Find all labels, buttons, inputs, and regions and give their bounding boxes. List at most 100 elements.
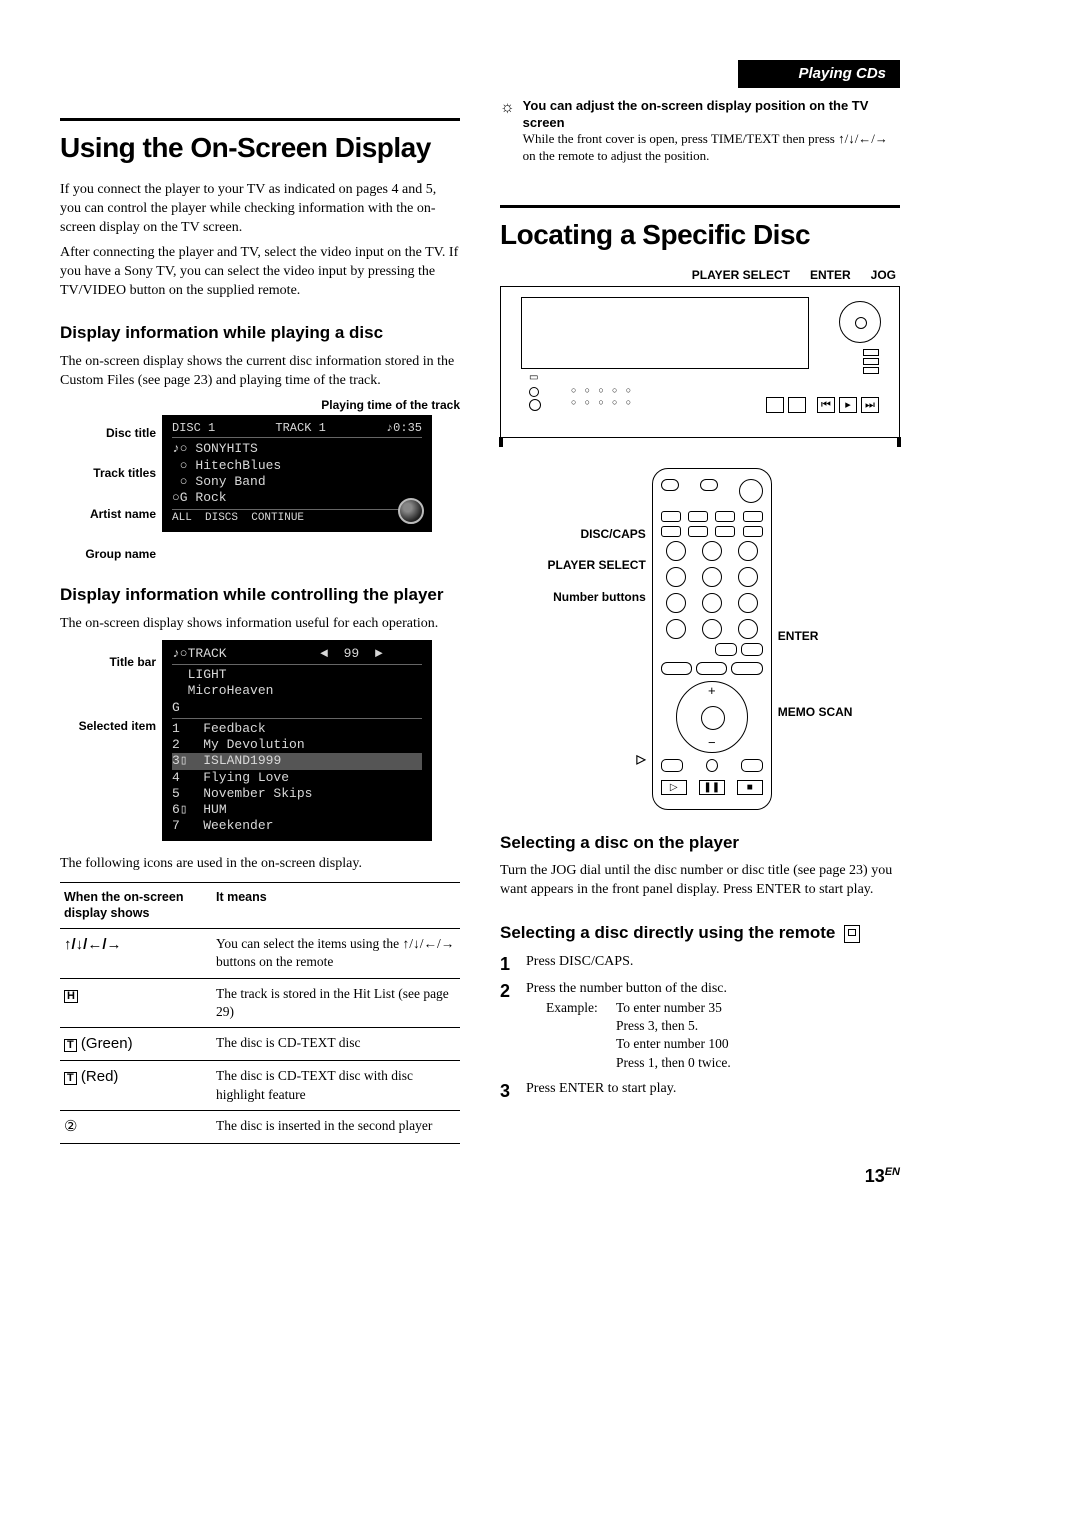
sym-t-red: T (Red) [60,1061,212,1110]
play-glyph: ▷ [548,753,646,767]
remote-btn-icon [715,511,735,522]
step-1: Press DISC/CAPS. [500,953,900,972]
remote-btn-icon [661,526,681,537]
sym-arrows: ↑/↓/←/→ [60,929,212,978]
callout-selected-item: Selected item [60,718,156,734]
mean-circle-2: The disc is inserted in the second playe… [212,1110,460,1143]
divider [500,205,900,208]
display-controlling-desc: The on-screen display shows information … [60,615,460,634]
player-dots-icon: ○ ○ ○ ○ ○○ ○ ○ ○ ○ [571,385,634,408]
remote-btn-icon [661,662,692,675]
remote-btn-icon [743,526,763,537]
intro-paragraph-2: After connecting the player and TV, sele… [60,244,460,301]
remote-pause-icon: ❚❚ [699,780,725,795]
osd1-track: TRACK 1 [275,421,325,436]
remote-btn-icon [706,759,718,772]
table-row: H The track is stored in the Hit List (s… [60,978,460,1027]
remote-btn-icon [688,526,708,537]
section-tab: Playing CDs [738,60,900,88]
subhead-select-remote: Selecting a disc directly using the remo… [500,922,900,945]
left-column: Using the On-Screen Display If you conne… [60,98,460,1144]
osd2-list-item: 4 Flying Love [172,770,422,786]
callout-title-bar: Title bar [60,654,156,670]
icons-intro: The following icons are used in the on-s… [60,855,460,874]
remote-power-icon [739,479,763,503]
label-enter: ENTER [778,628,853,644]
player-transport-icons: ⏮▸⏭ [766,397,879,413]
sym-circle-2: ② [60,1110,212,1143]
section-header: Playing CDs [60,60,900,88]
label-memo-scan: MEMO SCAN [778,704,853,720]
osd2-screen: ♪○TRACK ◄ 99 ► LIGHT MicroHeaven G 1 Fee… [162,640,432,841]
page-number: 13EN [60,1164,900,1188]
step-2: Press the number button of the disc. Exa… [500,980,900,1072]
osd2-list-item: 5 November Skips [172,786,422,802]
heading-using-osd: Using the On-Screen Display [60,129,460,167]
osd2-header-line: LIGHT [172,667,422,683]
remote-icon [844,925,860,943]
tip-block: ☼ You can adjust the on-screen display p… [500,98,900,164]
osd1-line: ○ Sony Band [172,474,422,490]
remote-btn-icon [743,511,763,522]
subhead-display-controlling: Display information while controlling th… [60,584,460,607]
osd-figure-1: Disc title Track titles Artist name Grou… [60,415,460,562]
label-disc-caps: DISC/CAPS [548,528,646,542]
label-player-select: PLAYER SELECT [692,267,790,283]
step-3: Press ENTER to start play. [500,1080,900,1099]
remote-btn-icon [661,511,681,522]
label-enter: ENTER [810,267,851,283]
step-2-example: Example:To enter number 35 Press 3, then… [526,999,900,1072]
osd1-callouts: Disc title Track titles Artist name Grou… [60,415,156,562]
sym-t-green: T (Green) [60,1028,212,1061]
remote-number-pad [661,541,763,639]
table-row: ↑/↓/←/→ You can select the items using t… [60,929,460,978]
player-misc-icon: ▭ [529,369,541,413]
remote-btn-icon [715,526,735,537]
osd2-list-item: 7 Weekender [172,818,422,834]
th-shows: When the on-screen display shows [60,882,212,929]
jog-dial-icon [839,301,881,343]
remote-btn-icon [741,759,763,772]
remote-btn-icon [741,643,763,656]
select-on-player-desc: Turn the JOG dial until the disc number … [500,862,900,900]
remote-dpad-icon: +− [676,681,748,753]
mean-t-red: The disc is CD-TEXT disc with disc highl… [212,1061,460,1110]
tip-body: While the front cover is open, press TIM… [523,131,900,165]
player-display-icon [521,297,809,369]
osd2-list-item-selected: 3▯ ISLAND1999 [172,753,422,769]
osd1-time: ♪0:35 [386,421,422,436]
osd-figure-2: Title bar Selected item ♪○TRACK ◄ 99 ► L… [60,640,460,841]
osd1-screen: DISC 1 TRACK 1 ♪0:35 ♪○ SONYHITS ○ Hitec… [162,415,432,532]
callout-track-titles: Track titles [60,465,156,481]
remote-btn-icon [688,511,708,522]
table-row: T (Green) The disc is CD-TEXT disc [60,1028,460,1061]
osd2-titlebar: ♪○TRACK ◄ 99 ► [172,646,422,665]
table-row: T (Red) The disc is CD-TEXT disc with di… [60,1061,460,1110]
osd2-header-line: G [172,700,422,719]
player-top-labels: PLAYER SELECT ENTER JOG [500,267,896,283]
remote-stop-icon: ■ [737,780,763,795]
label-jog: JOG [871,267,896,283]
callout-group-name: Group name [60,546,156,562]
osd2-list-item: 6▯ HUM [172,802,422,818]
mean-t-green: The disc is CD-TEXT disc [212,1028,460,1061]
remote-btn-icon [661,759,683,772]
tip-heading: You can adjust the on-screen display pos… [523,98,900,131]
remote-btn-icon [661,479,679,491]
divider [60,118,460,121]
caption-playing-time: Playing time of the track [60,397,460,413]
callout-disc-title: Disc title [60,425,156,441]
remote-btn-icon [700,479,718,491]
remote-diagram: DISC/CAPS PLAYER SELECT Number buttons ▷… [500,468,900,810]
osd1-line: ○ HitechBlues [172,458,422,474]
player-feet-icon [499,437,901,447]
subhead-display-playing: Display information while playing a disc [60,322,460,345]
mean-h: The track is stored in the Hit List (see… [212,978,460,1027]
th-means: It means [212,882,460,929]
osd2-list-item: 1 Feedback [172,721,422,737]
mean-arrows: You can select the items using the ↑/↓/←… [212,929,460,978]
heading-locating-disc: Locating a Specific Disc [500,216,900,254]
remote-body: +− ▷❚❚■ [652,468,772,810]
osd2-list-item: 2 My Devolution [172,737,422,753]
label-player-select: PLAYER SELECT [548,559,646,573]
